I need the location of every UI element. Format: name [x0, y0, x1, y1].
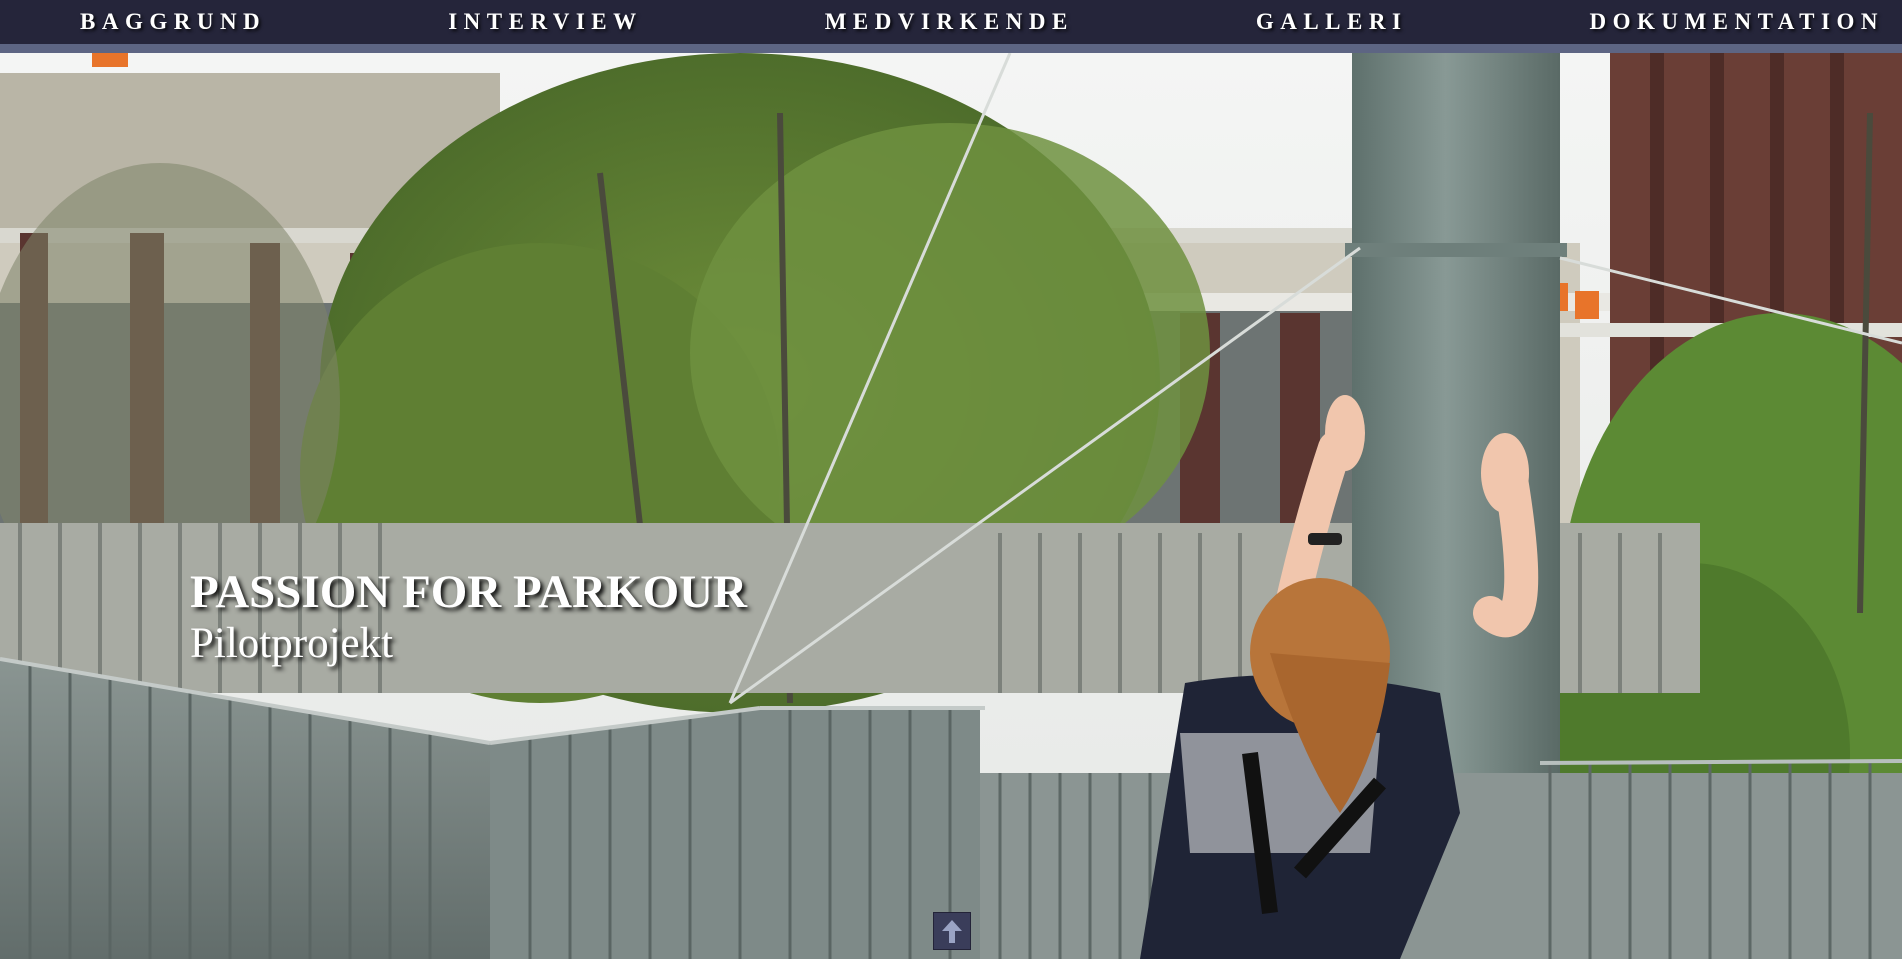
nav-item-galleri[interactable]: GALLERI [1256, 9, 1408, 35]
nav-item-baggrund[interactable]: BAGGRUND [80, 9, 266, 35]
hero-title: PASSION FOR PARKOUR [190, 566, 748, 618]
top-navigation: BAGGRUND INTERVIEW MEDVIRKENDE GALLERI D… [0, 0, 1902, 53]
hero-subtitle: Pilotprojekt [190, 620, 394, 667]
nav-item-dokumentation[interactable]: DOKUMENTATION [1589, 9, 1884, 35]
nav-item-interview[interactable]: INTERVIEW [448, 9, 642, 35]
scroll-to-top-button[interactable] [933, 912, 971, 950]
nav-item-medvirkende[interactable]: MEDVIRKENDE [825, 9, 1074, 35]
nav-list: BAGGRUND INTERVIEW MEDVIRKENDE GALLERI D… [0, 9, 1902, 35]
hero-background-photo [0, 53, 1902, 959]
hero-section: PASSION FOR PARKOUR Pilotprojekt [0, 53, 1902, 959]
hero-heading-group: PASSION FOR PARKOUR Pilotprojekt [190, 566, 747, 670]
arrow-up-icon [942, 920, 962, 943]
